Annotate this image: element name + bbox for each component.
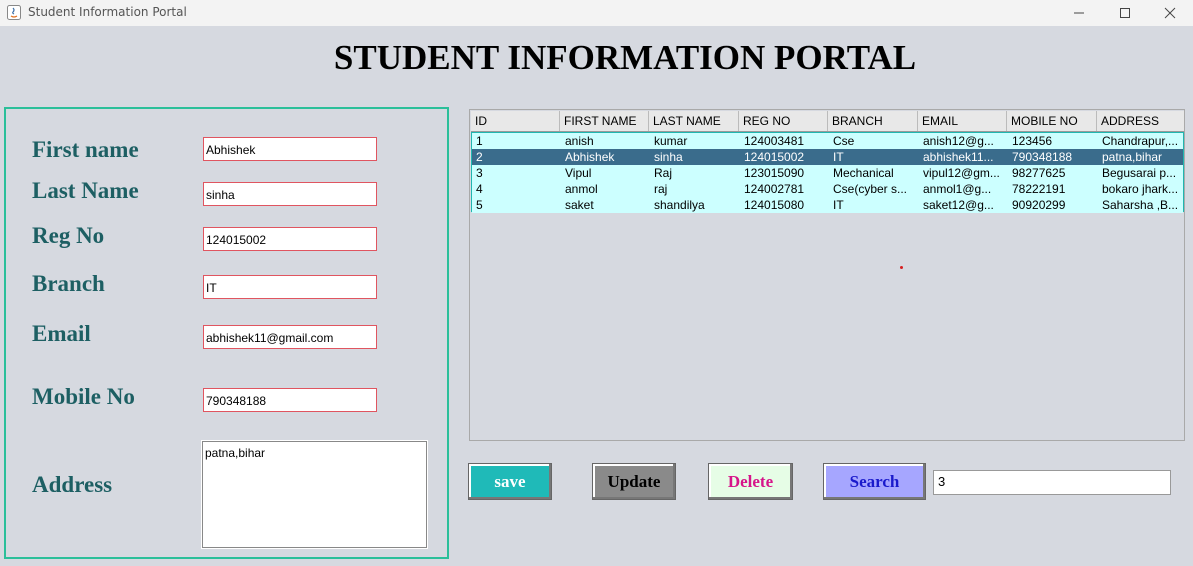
cell-mobile-no: 90920299 — [1012, 198, 1066, 212]
first-name-field[interactable]: Abhishek — [203, 137, 377, 161]
minimize-icon — [1073, 4, 1085, 23]
search-button[interactable]: Search — [823, 463, 926, 500]
cell-reg-no: 124002781 — [744, 182, 805, 196]
cell-last-name: kumar — [654, 134, 688, 148]
table-header: ID FIRST NAME LAST NAME REG NO BRANCH EM… — [471, 111, 1184, 132]
address-textarea[interactable]: patna,bihar — [201, 440, 428, 549]
cell-address: bokaro jhark... — [1102, 182, 1179, 196]
cell-mobile-no: 123456 — [1012, 134, 1053, 148]
cell-id: 1 — [476, 134, 483, 148]
reg-no-label: Reg No — [32, 223, 105, 248]
window-titlebar: Student Information Portal — [0, 0, 1193, 26]
table-row[interactable]: 4 anmol raj 124002781 Cse(cyber s... anm… — [472, 181, 1183, 197]
cell-email: saket12@g... — [923, 198, 994, 212]
last-name-field[interactable]: sinha — [203, 182, 377, 206]
first-name-label: First name — [32, 137, 139, 162]
cell-id: 3 — [476, 166, 483, 180]
close-icon — [1164, 4, 1176, 23]
student-table[interactable]: ID FIRST NAME LAST NAME REG NO BRANCH EM… — [469, 109, 1185, 441]
cell-mobile-no: 790348188 — [1012, 150, 1073, 164]
column-header-address[interactable]: ADDRESS — [1097, 111, 1184, 131]
table-row-selected[interactable]: 2 Abhishek sinha 124015002 IT abhishek11… — [472, 149, 1183, 165]
column-header-id[interactable]: ID — [471, 111, 560, 131]
cell-last-name: raj — [654, 182, 668, 196]
cell-id: 2 — [476, 150, 483, 164]
maximize-icon — [1119, 4, 1131, 23]
cell-id: 4 — [476, 182, 483, 196]
maximize-button[interactable] — [1102, 0, 1148, 26]
cell-email: anish12@g... — [923, 134, 994, 148]
cell-email: abhishek11... — [923, 150, 994, 164]
cell-first-name: anish — [565, 134, 594, 148]
cell-reg-no: 124015080 — [744, 198, 805, 212]
column-header-email[interactable]: EMAIL — [918, 111, 1007, 131]
branch-field[interactable]: IT — [203, 275, 377, 299]
branch-label: Branch — [32, 271, 105, 296]
close-button[interactable] — [1147, 0, 1193, 26]
cell-address: patna,bihar — [1102, 150, 1163, 164]
email-field[interactable]: abhishek11@gmail.com — [203, 325, 377, 349]
cell-reg-no: 124003481 — [744, 134, 805, 148]
column-header-branch[interactable]: BRANCH — [828, 111, 918, 131]
address-label: Address — [32, 472, 113, 497]
column-header-last-name[interactable]: LAST NAME — [649, 111, 739, 131]
mobile-no-field[interactable]: 790348188 — [203, 388, 377, 412]
cell-address: Saharsha ,B... — [1102, 198, 1179, 212]
stray-dot — [900, 266, 903, 269]
cell-branch: IT — [833, 198, 844, 212]
update-button[interactable]: Update — [592, 463, 676, 500]
cell-reg-no: 124015002 — [744, 150, 805, 164]
column-header-mobile-no[interactable]: MOBILE NO — [1007, 111, 1097, 131]
cell-last-name: sinha — [654, 150, 683, 164]
table-row[interactable]: 3 Vipul Raj 123015090 Mechanical vipul12… — [472, 165, 1183, 181]
cell-first-name: Abhishek — [565, 150, 615, 164]
cell-first-name: anmol — [565, 182, 598, 196]
page-title: STUDENT INFORMATION PORTAL — [333, 38, 917, 77]
minimize-button[interactable] — [1056, 0, 1102, 26]
reg-no-field[interactable]: 124015002 — [203, 227, 377, 251]
cell-mobile-no: 98277625 — [1012, 166, 1066, 180]
cell-branch: Cse — [833, 134, 855, 148]
cell-first-name: Vipul — [565, 166, 592, 180]
column-header-first-name[interactable]: FIRST NAME — [560, 111, 649, 131]
cell-email: vipul12@gm... — [923, 166, 1000, 180]
table-row[interactable]: 1 anish kumar 124003481 Cse anish12@g...… — [472, 133, 1183, 149]
delete-button[interactable]: Delete — [708, 463, 793, 500]
save-button[interactable]: save — [468, 463, 552, 500]
cell-mobile-no: 78222191 — [1012, 182, 1066, 196]
cell-reg-no: 123015090 — [744, 166, 805, 180]
window-title: Student Information Portal — [28, 5, 187, 19]
cell-address: Begusarai p... — [1102, 166, 1177, 180]
cell-branch: IT — [833, 150, 844, 164]
table-body: 1 anish kumar 124003481 Cse anish12@g...… — [471, 132, 1184, 213]
cell-last-name: shandilya — [654, 198, 705, 212]
table-row[interactable]: 5 saket shandilya 124015080 IT saket12@g… — [472, 197, 1183, 213]
last-name-label: Last Name — [32, 178, 139, 203]
cell-last-name: Raj — [654, 166, 673, 180]
email-label: Email — [32, 321, 91, 346]
cell-first-name: saket — [565, 198, 594, 212]
cell-branch: Cse(cyber s... — [833, 182, 908, 196]
search-input[interactable]: 3 — [933, 470, 1171, 495]
column-header-reg-no[interactable]: REG NO — [739, 111, 828, 131]
cell-branch: Mechanical — [833, 166, 894, 180]
mobile-no-label: Mobile No — [32, 384, 135, 409]
cell-address: Chandrapur,... — [1102, 134, 1179, 148]
cell-email: anmol1@g... — [923, 182, 992, 196]
java-icon — [7, 5, 21, 20]
cell-id: 5 — [476, 198, 483, 212]
